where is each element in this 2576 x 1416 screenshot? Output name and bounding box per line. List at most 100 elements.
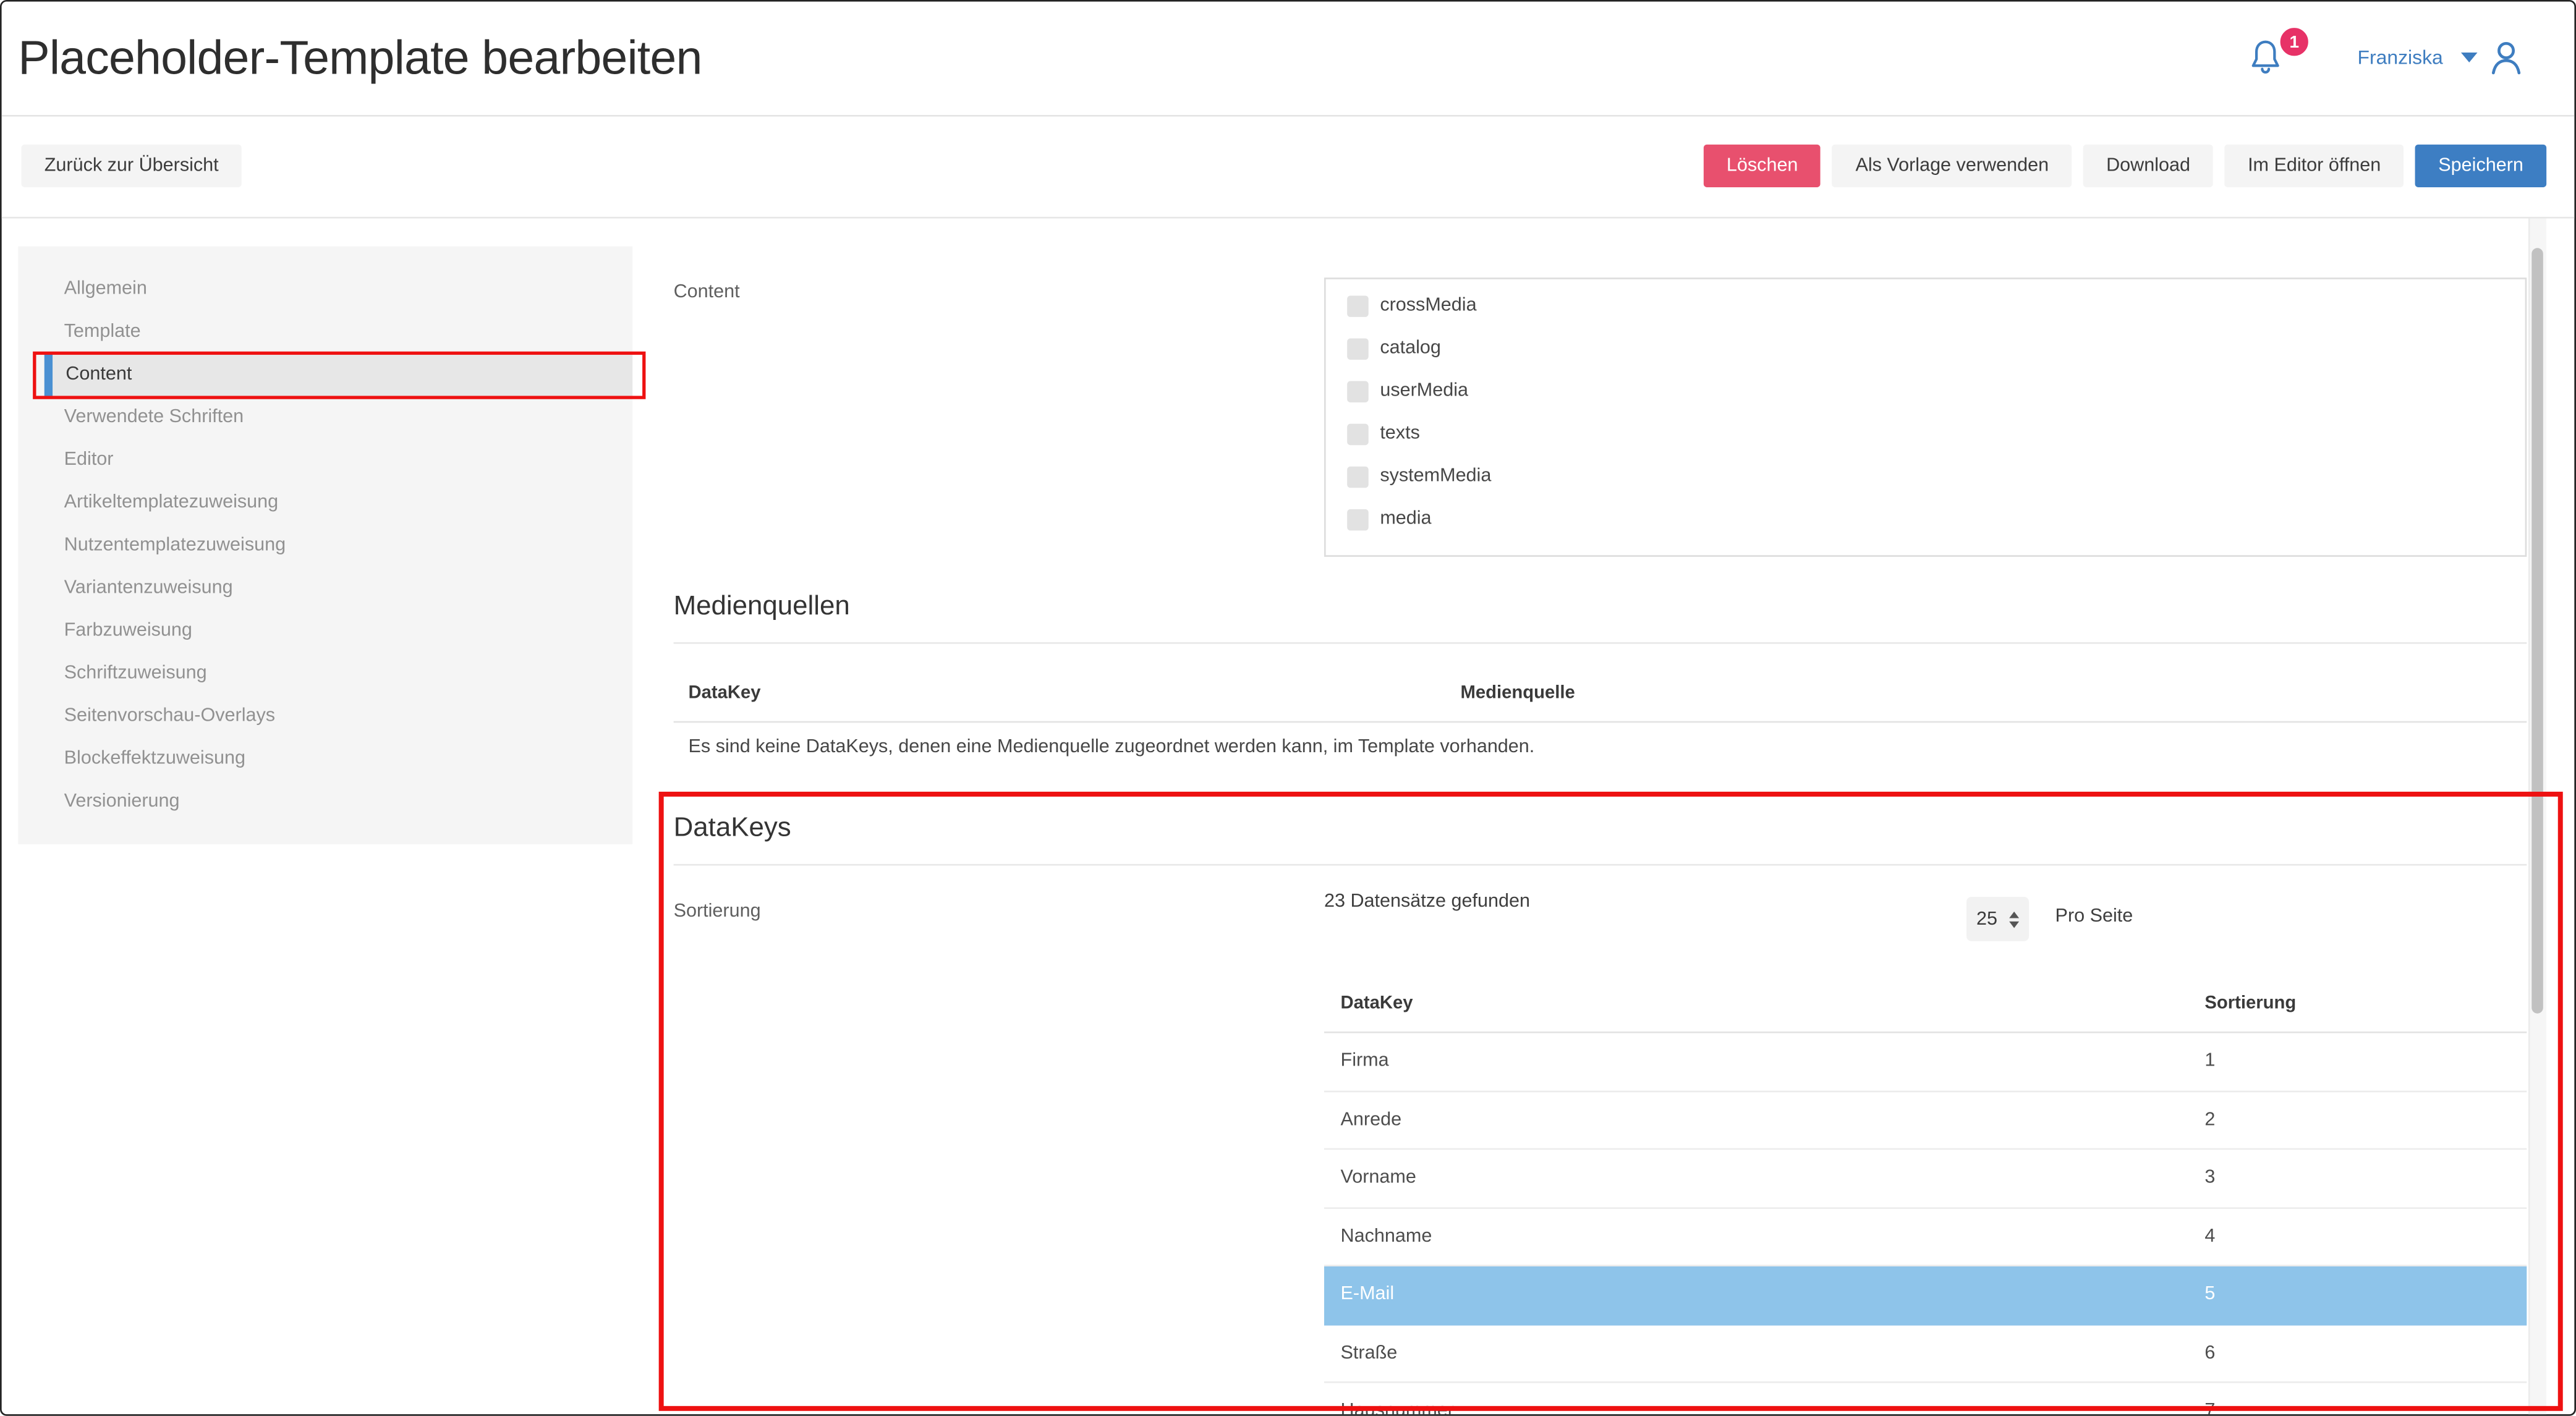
delete-button[interactable]: Löschen: [1704, 145, 1821, 187]
sidebar-item[interactable]: Artikeltemplatezuweisung: [18, 481, 632, 524]
open-in-editor-button[interactable]: Im Editor öffnen: [2225, 145, 2404, 187]
sidebar-item[interactable]: Allgemein: [18, 268, 632, 310]
content-option[interactable]: media: [1326, 498, 2525, 540]
toolbar-actions: Löschen Als Vorlage verwenden Download I…: [1704, 145, 2546, 187]
sidebar-item-label: Content: [66, 365, 132, 384]
page-title: Placeholder-Template bearbeiten: [18, 35, 702, 84]
table-header-row: DataKey Sortierung: [1324, 974, 2527, 1033]
sidebar-item[interactable]: Verwendete Schriften: [18, 396, 632, 438]
chevron-down-icon[interactable]: [2461, 53, 2478, 62]
content-option[interactable]: systemMedia: [1326, 455, 2525, 498]
sortierung-cell: 4: [2204, 1227, 2527, 1247]
datakey-cell: E-Mail: [1324, 1285, 2204, 1305]
table-row[interactable]: Nachname 4: [1324, 1208, 2527, 1266]
sidebar-item[interactable]: Schriftzuweisung: [18, 652, 632, 695]
table-row[interactable]: Firma 1: [1324, 1033, 2527, 1092]
sidebar-item[interactable]: Versionierung: [18, 780, 632, 823]
notification-count-badge: 1: [2277, 25, 2311, 59]
datakey-cell: Hausnummer: [1324, 1402, 2204, 1416]
sortierung-cell: 6: [2204, 1343, 2527, 1363]
sidebar-item[interactable]: Blockeffektzuweisung: [18, 737, 632, 780]
sidebar-item-label: Allgemein: [64, 279, 147, 299]
sidebar-item[interactable]: Seitenvorschau-Overlays: [18, 695, 632, 737]
sortierung-cell: 2: [2204, 1110, 2527, 1130]
checkbox-label: crossMedia: [1380, 295, 1476, 315]
toolbar: Zurück zur Übersicht Löschen Als Vorlage…: [2, 117, 2575, 219]
sidebar-item[interactable]: Editor: [18, 439, 632, 481]
sidebar-item-label: Artikeltemplatezuweisung: [64, 493, 279, 512]
table-row[interactable]: Straße 6: [1324, 1325, 2527, 1383]
sortierung-cell: 1: [2204, 1051, 2527, 1071]
page-size-value: 25: [1976, 909, 1997, 929]
mq-empty-message: Es sind keine DataKeys, denen eine Medie…: [689, 737, 1535, 757]
checkbox-icon[interactable]: [1347, 509, 1369, 530]
sidebar-item-label: Nutzentemplatezuweisung: [64, 535, 286, 555]
per-page-label: Pro Seite: [2055, 907, 2133, 926]
checkbox-icon[interactable]: [1347, 295, 1369, 316]
datakeys-heading: DataKeys: [674, 812, 791, 844]
page-size-select[interactable]: 25: [1966, 897, 2029, 941]
sidebar-item[interactable]: Variantenzuweisung: [18, 567, 632, 609]
mq-column-medienquelle: Medienquelle: [1461, 682, 1575, 705]
content-option[interactable]: userMedia: [1326, 370, 2525, 412]
datakey-cell: Firma: [1324, 1051, 2204, 1071]
content-field-label: Content: [674, 281, 740, 303]
sidebar-item[interactable]: Nutzentemplatezuweisung: [18, 524, 632, 567]
sidebar-item-label: Seitenvorschau-Overlays: [64, 706, 275, 726]
datakey-cell: Straße: [1324, 1343, 2204, 1363]
sidebar-item-label: Blockeffektzuweisung: [64, 749, 245, 769]
sidebar-item-label: Variantenzuweisung: [64, 578, 233, 598]
sortierung-cell: 7: [2204, 1402, 2527, 1416]
sidebar-item-label: Schriftzuweisung: [64, 664, 207, 684]
table-row[interactable]: E-Mail 5: [1324, 1266, 2527, 1325]
content-option[interactable]: catalog: [1326, 327, 2525, 370]
sidebar: Allgemein Template Content Verwendete Sc…: [18, 247, 632, 844]
datakey-cell: Anrede: [1324, 1110, 2204, 1130]
checkbox-label: media: [1380, 509, 1431, 529]
checkbox-icon[interactable]: [1347, 465, 1369, 487]
content-option[interactable]: crossMedia: [1326, 284, 2525, 327]
datakeys-table: DataKey Sortierung Firma 1 Anrede 2 Vorn…: [1324, 974, 2527, 1416]
app-header: Placeholder-Template bearbeiten 1 Franzi…: [2, 2, 2575, 117]
stepper-arrows-icon: [2009, 911, 2019, 928]
results-count-text: 23 Datensätze gefunden: [1324, 892, 1530, 912]
checkbox-icon[interactable]: [1347, 423, 1369, 444]
sidebar-item-label: Versionierung: [64, 792, 180, 812]
use-as-template-button[interactable]: Als Vorlage verwenden: [1832, 145, 2072, 187]
sidebar-item-label: Verwendete Schriften: [64, 407, 244, 427]
sidebar-item[interactable]: Farbzuweisung: [18, 609, 632, 652]
download-button[interactable]: Download: [2083, 145, 2213, 187]
checkbox-label: catalog: [1380, 338, 1441, 358]
checkbox-label: userMedia: [1380, 381, 1468, 401]
checkbox-icon[interactable]: [1347, 337, 1369, 359]
divider: [674, 864, 2527, 866]
table-row[interactable]: Hausnummer 7: [1324, 1383, 2527, 1416]
sidebar-item-label: Editor: [64, 450, 114, 470]
checkbox-icon[interactable]: [1347, 380, 1369, 402]
table-row[interactable]: Vorname 3: [1324, 1150, 2527, 1208]
medienquellen-heading: Medienquellen: [674, 590, 850, 622]
sidebar-item-label: Farbzuweisung: [64, 621, 192, 641]
checkbox-label: texts: [1380, 424, 1420, 444]
datakey-cell: Nachname: [1324, 1227, 2204, 1247]
column-header-datakey: DataKey: [1324, 993, 2204, 1012]
sidebar-item[interactable]: Content: [45, 353, 632, 396]
sortierung-cell: 5: [2204, 1285, 2527, 1305]
sortierung-field-label: Sortierung: [674, 900, 761, 923]
save-button[interactable]: Speichern: [2415, 145, 2546, 187]
content-option[interactable]: texts: [1326, 412, 2525, 455]
sortierung-cell: 3: [2204, 1168, 2527, 1188]
sidebar-item-label: Template: [64, 322, 141, 342]
content-options-panel: crossMedia catalog userMedia texts syste…: [1324, 278, 2527, 557]
datakey-cell: Vorname: [1324, 1168, 2204, 1188]
checkbox-label: systemMedia: [1380, 467, 1491, 486]
back-to-overview-button[interactable]: Zurück zur Übersicht: [22, 145, 242, 187]
user-avatar-icon[interactable]: [2486, 36, 2527, 78]
column-header-sortierung: Sortierung: [2204, 993, 2527, 1012]
mq-column-datakey: DataKey: [689, 682, 761, 705]
divider: [674, 721, 2527, 723]
user-name[interactable]: Franziska: [2358, 46, 2443, 69]
scrollbar-thumb[interactable]: [2531, 248, 2543, 1013]
table-row[interactable]: Anrede 2: [1324, 1092, 2527, 1150]
sidebar-item[interactable]: Template: [18, 310, 632, 353]
